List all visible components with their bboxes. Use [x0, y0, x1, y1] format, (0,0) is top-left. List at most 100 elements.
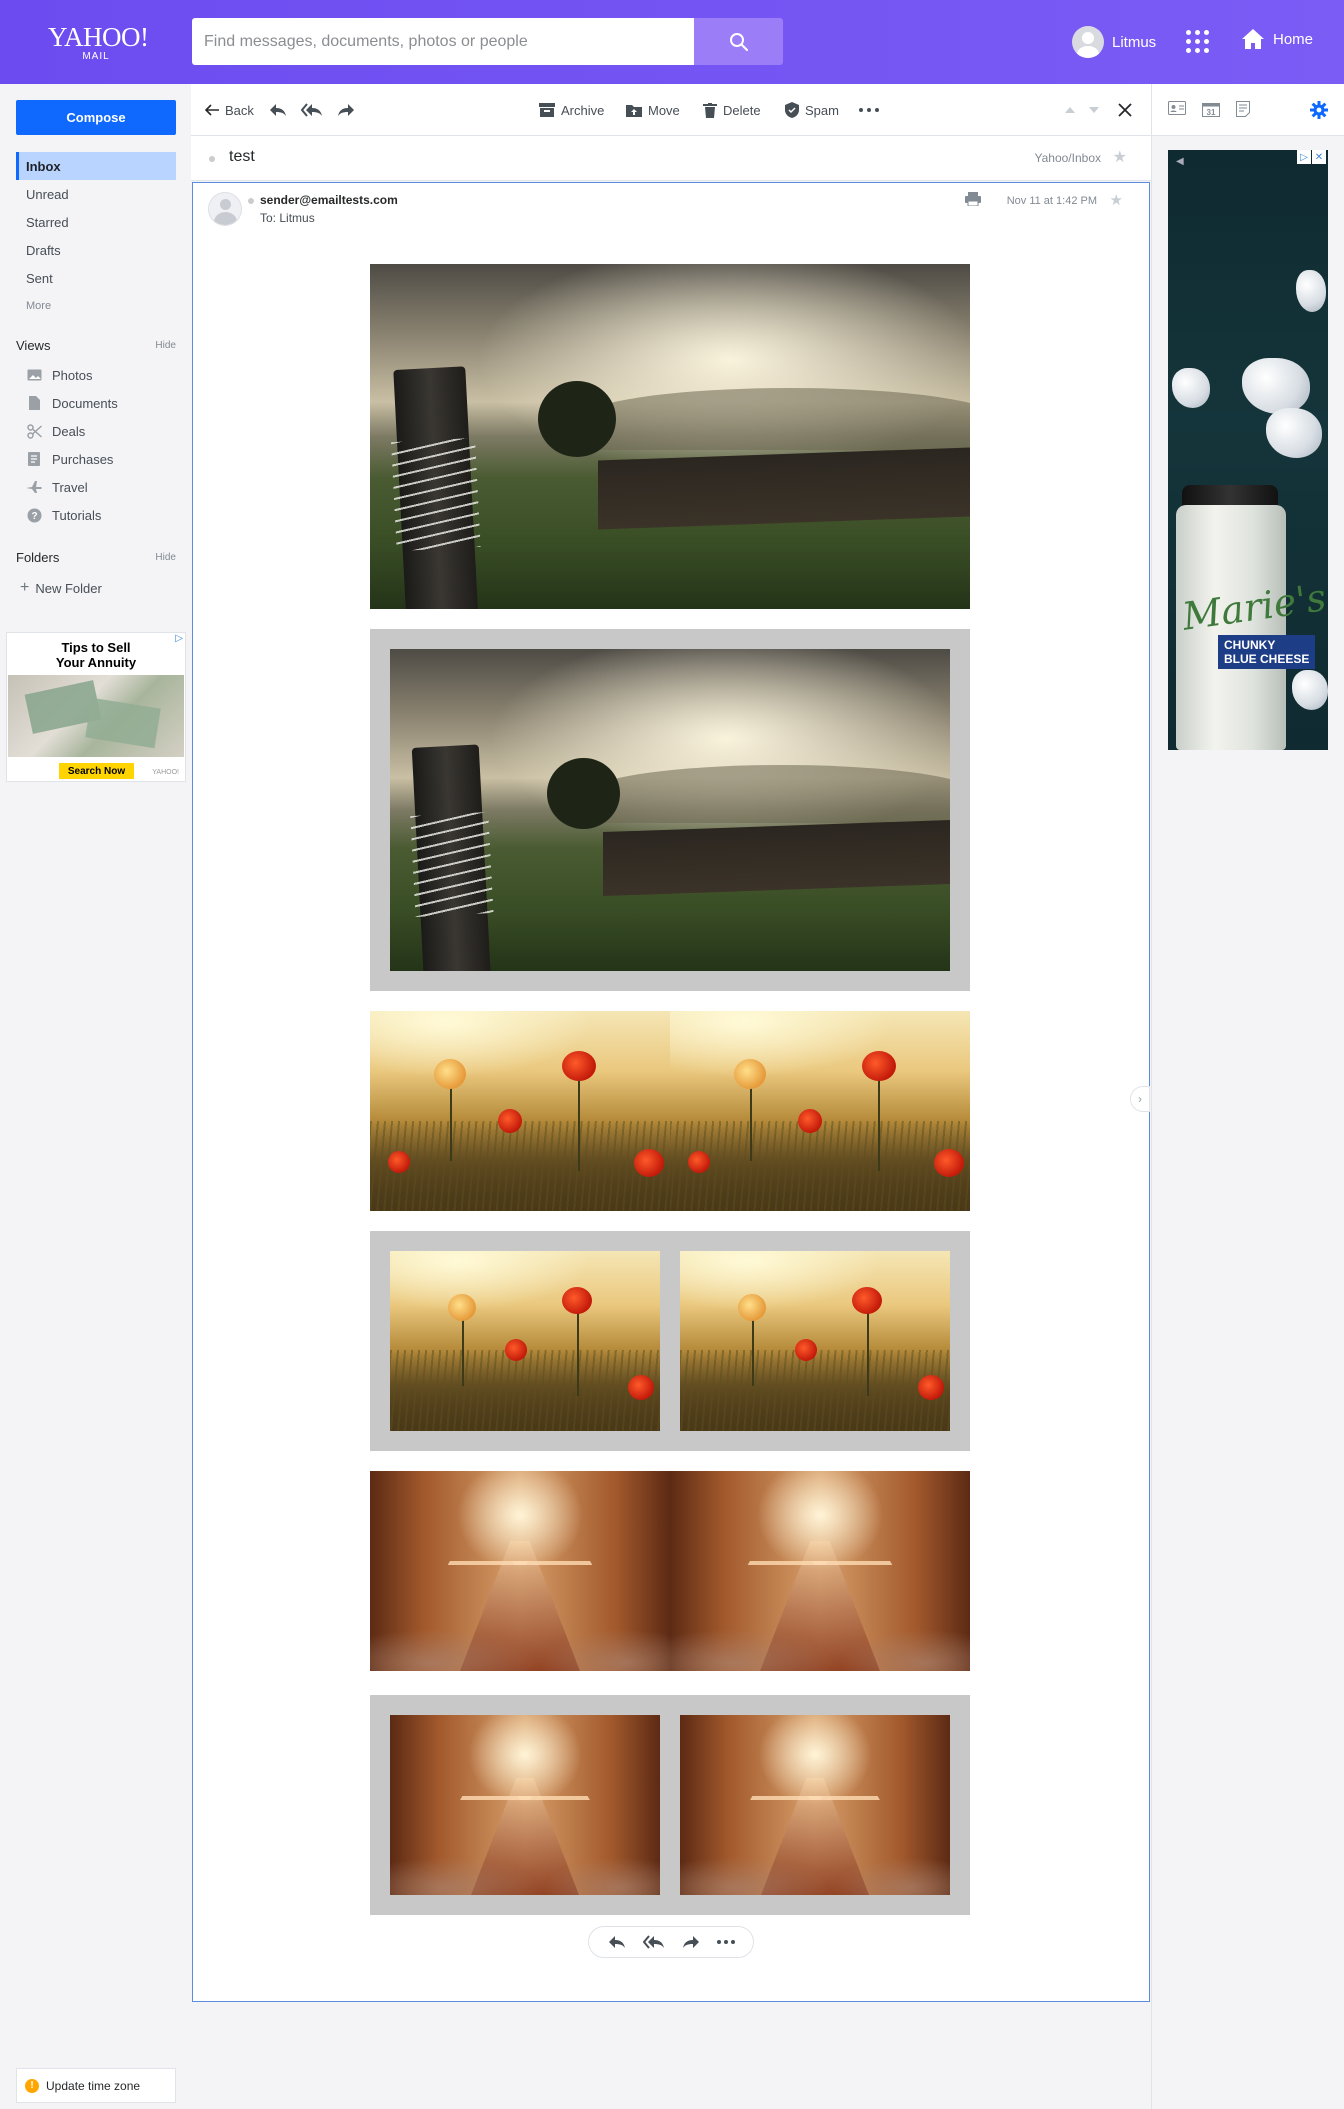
archive-label: Archive	[561, 102, 605, 118]
right-rail: 31 ◀ ▷ ✕ Marie's CHUNKY BLUE CHEESE	[1151, 84, 1344, 2109]
chevron-right-icon[interactable]: ›	[1130, 1086, 1150, 1112]
photos-icon	[26, 367, 42, 383]
ad-choices-icon[interactable]: ▷	[175, 633, 183, 644]
search-button[interactable]	[694, 18, 783, 65]
close-button[interactable]	[1118, 84, 1138, 136]
home-link[interactable]: Home	[1241, 28, 1313, 50]
star-icon[interactable]: ★	[1113, 147, 1127, 167]
settings-gear-icon[interactable]	[1310, 101, 1328, 119]
sidebar-item-inbox[interactable]: Inbox	[16, 152, 176, 180]
top-bar: YAHOO! MAIL Litmus Home	[0, 0, 1344, 84]
poppy-photo	[670, 1011, 970, 1211]
previous-message-button[interactable]	[1065, 84, 1081, 136]
help-icon: ?	[26, 507, 42, 523]
more-dots-icon[interactable]	[716, 1940, 735, 1944]
spam-button[interactable]: Spam	[785, 84, 839, 136]
more-actions-button[interactable]	[859, 84, 885, 136]
message-pane: Back Archive Move Delete Spam test Yahoo…	[191, 84, 1151, 2109]
delete-label: Delete	[723, 102, 761, 118]
update-time-zone-button[interactable]: ! Update time zone	[16, 2068, 176, 2103]
new-folder-label: New Folder	[35, 580, 102, 596]
ad-product-line1: CHUNKY	[1224, 638, 1276, 652]
bridge-photo	[670, 1471, 970, 1671]
forward-button[interactable]	[337, 84, 361, 136]
sidebar-ad[interactable]: ▷ Tips to Sell Your Annuity Search Now Y…	[6, 632, 186, 782]
view-label: Tutorials	[52, 507, 102, 523]
move-label: Move	[648, 102, 680, 118]
reply-all-icon	[301, 103, 322, 117]
folders-header: Folders Hide	[16, 550, 176, 565]
ad-search-now-button[interactable]: Search Now	[59, 763, 134, 779]
folder-path: Yahoo/Inbox	[1034, 151, 1102, 165]
view-item-travel[interactable]: Travel	[26, 473, 176, 501]
back-arrow-icon	[205, 104, 219, 116]
views-list: Photos Documents Deals Purchases Travel …	[26, 361, 176, 529]
ad-product-line2: BLUE CHEESE	[1224, 652, 1310, 666]
sidebar-item-unread[interactable]: Unread	[16, 180, 176, 208]
next-message-button[interactable]	[1089, 84, 1105, 136]
photo-frame	[370, 1231, 970, 1451]
view-label: Purchases	[52, 451, 114, 467]
sidebar-item-more[interactable]: More	[16, 292, 176, 320]
delete-button[interactable]: Delete	[703, 84, 761, 136]
contacts-icon[interactable]	[1168, 101, 1186, 115]
status-dot	[248, 198, 254, 204]
view-item-documents[interactable]: Documents	[26, 389, 176, 417]
calendar-icon[interactable]: 31	[1202, 101, 1220, 117]
ad-choices-icon[interactable]: ▷	[1297, 150, 1311, 164]
right-ad[interactable]: ◀ ▷ ✕ Marie's CHUNKY BLUE CHEESE	[1168, 150, 1328, 750]
apps-grid-icon[interactable]	[1186, 30, 1209, 53]
notepad-icon[interactable]	[1236, 101, 1250, 117]
trash-icon	[703, 102, 717, 118]
forward-icon[interactable]	[682, 1935, 700, 1949]
reply-all-button[interactable]	[301, 84, 329, 136]
message-date: Nov 11 at 1:42 PM	[1006, 195, 1097, 207]
bridge-photo	[370, 1471, 670, 1671]
search-input[interactable]	[192, 18, 678, 65]
new-folder-button[interactable]: + New Folder	[20, 579, 102, 597]
more-dots-icon	[859, 108, 879, 112]
folders-hide-link[interactable]: Hide	[155, 552, 176, 563]
user-menu[interactable]: Litmus	[1072, 26, 1156, 58]
poppy-photo	[370, 1011, 670, 1211]
views-hide-link[interactable]: Hide	[155, 340, 176, 351]
back-label: Back	[225, 102, 254, 118]
folder-nav: Inbox Unread Starred Drafts Sent More	[16, 152, 176, 320]
speaker-icon[interactable]: ◀	[1176, 156, 1184, 167]
documents-icon	[26, 395, 42, 411]
view-item-purchases[interactable]: Purchases	[26, 445, 176, 473]
archive-button[interactable]: Archive	[539, 84, 604, 136]
sender-email[interactable]: sender@emailtests.com	[260, 193, 398, 207]
archive-icon	[539, 103, 555, 117]
logo-text: YAHOO!	[48, 22, 149, 52]
reply-button[interactable]	[269, 84, 293, 136]
sidebar-item-sent[interactable]: Sent	[16, 264, 176, 292]
compose-button[interactable]: Compose	[16, 100, 176, 135]
view-item-tutorials[interactable]: ? Tutorials	[26, 501, 176, 529]
ad-title: Tips to Sell Your Annuity	[7, 640, 185, 670]
sidebar-item-starred[interactable]: Starred	[16, 208, 176, 236]
right-rail-toolbar: 31	[1152, 84, 1344, 136]
reply-all-icon[interactable]	[642, 1935, 665, 1949]
print-icon[interactable]	[965, 192, 981, 209]
move-button[interactable]: Move	[626, 84, 680, 136]
star-icon[interactable]: ★	[1110, 191, 1123, 209]
sidebar-item-drafts[interactable]: Drafts	[16, 236, 176, 264]
bridge-photo	[680, 1715, 950, 1895]
svg-text:31: 31	[1207, 108, 1216, 117]
view-item-deals[interactable]: Deals	[26, 417, 176, 445]
ad-choices-controls: ▷ ✕	[1296, 150, 1326, 164]
recipient-name[interactable]: Litmus	[279, 211, 314, 225]
ad-title-line1: Tips to Sell	[61, 640, 131, 655]
reply-icon	[270, 104, 286, 116]
close-icon[interactable]: ✕	[1312, 150, 1326, 164]
back-button[interactable]: Back	[205, 84, 254, 136]
view-label: Photos	[52, 367, 93, 383]
left-sidebar: Compose Inbox Unread Starred Drafts Sent…	[0, 84, 191, 2109]
sender-avatar	[208, 192, 242, 226]
view-label: Travel	[52, 479, 88, 495]
photo-frame	[370, 629, 970, 991]
yahoo-mail-logo[interactable]: YAHOO! MAIL	[48, 22, 149, 62]
reply-icon[interactable]	[608, 1935, 626, 1949]
view-item-photos[interactable]: Photos	[26, 361, 176, 389]
